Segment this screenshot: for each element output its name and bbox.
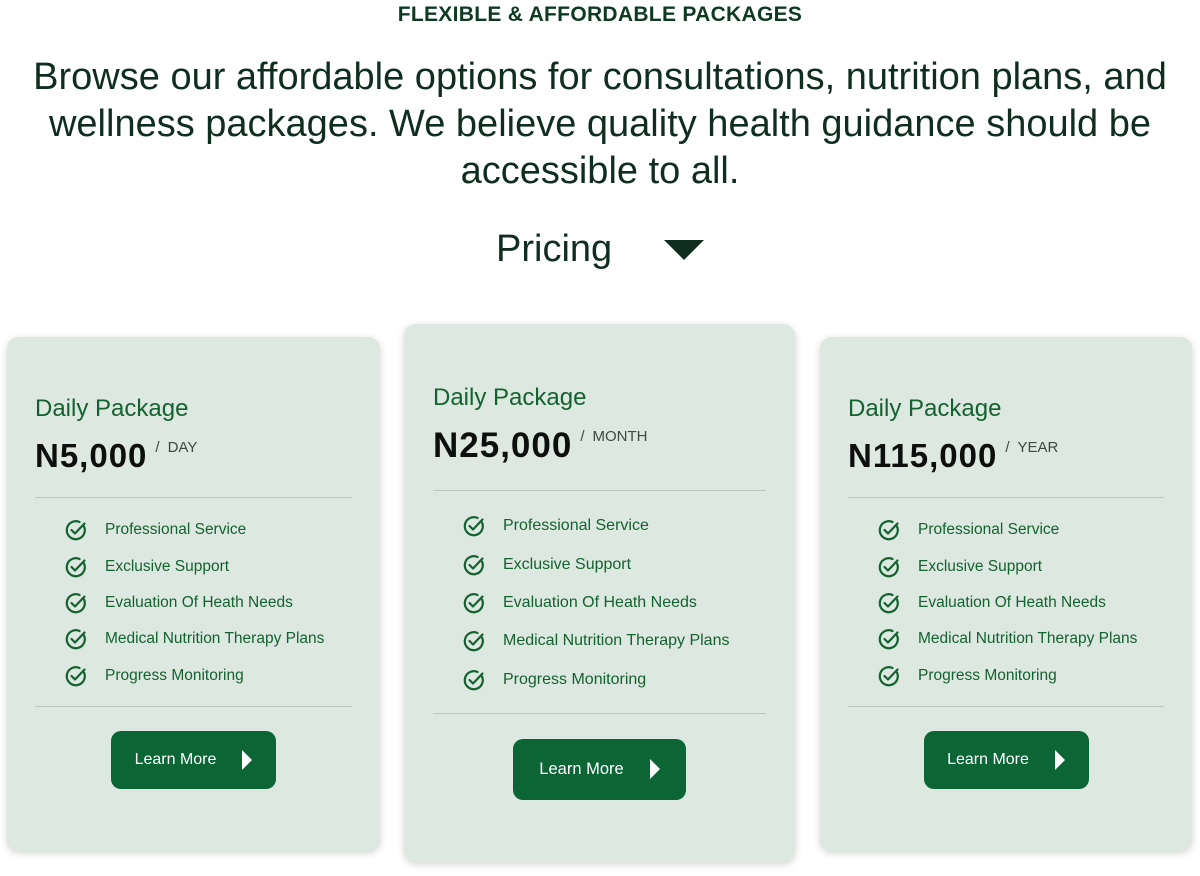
feature-item: Medical Nutrition Therapy Plans [463,622,766,660]
price-period: / MONTH [580,428,647,445]
button-label: Learn More [539,759,624,778]
price-period: / YEAR [1005,439,1058,456]
pricing-card-monthly: Daily Package N25,000 / MONTH Professiona… [404,324,795,862]
feature-label: Progress Monitoring [105,666,244,684]
section-eyebrow: FLEXIBLE & AFFORDABLE PACKAGES [397,3,803,26]
check-circle-icon [65,556,86,577]
pricing-card-daily: Daily Package N5,000 / DAY Professional S… [7,337,380,851]
check-circle-icon [463,593,484,614]
feature-item: Evaluation Of Heath Needs [65,585,352,621]
feature-item: Exclusive Support [878,548,1164,584]
check-circle-icon [878,629,899,650]
feature-list: Professional Service Exclusive Support E… [35,512,352,694]
check-circle-icon [878,556,899,577]
feature-item: Professional Service [463,507,766,545]
feature-list: Professional Service Exclusive Support E… [848,512,1164,694]
divider [848,497,1164,498]
feature-item: Professional Service [65,512,352,548]
learn-more-button[interactable]: Learn More [923,730,1089,789]
feature-label: Exclusive Support [503,555,632,573]
package-title: Daily Package [848,395,1002,422]
feature-label: Medical Nutrition Therapy Plans [918,630,1138,648]
feature-label: Progress Monitoring [918,666,1057,684]
feature-label: Evaluation Of Heath Needs [918,593,1106,611]
package-title: Daily Package [35,395,189,422]
feature-label: Exclusive Support [918,557,1043,575]
check-circle-icon [463,516,484,537]
package-price: N115,000 [848,437,998,474]
price-period: / DAY [155,439,197,456]
price-slash: / [580,428,585,445]
divider [35,705,352,707]
feature-label: Medical Nutrition Therapy Plans [105,630,325,648]
feature-item: Evaluation Of Heath Needs [878,585,1164,621]
divider [433,712,766,714]
feature-item: Progress Monitoring [463,661,766,699]
feature-label: Progress Monitoring [503,670,647,688]
learn-more-button[interactable]: Learn More [513,738,686,800]
pricing-card-yearly: Daily Package N115,000 / YEAR Professiona… [820,337,1192,851]
feature-list: Professional Service Exclusive Support E… [433,507,766,699]
feature-item: Evaluation Of Heath Needs [463,584,766,622]
feature-item: Exclusive Support [463,545,766,583]
feature-label: Evaluation Of Heath Needs [105,593,293,611]
package-price: N5,000 [35,437,148,474]
price-row: N25,000 / MONTH [433,426,766,466]
play-arrow-icon [649,759,660,780]
divider [433,490,766,491]
feature-item: Medical Nutrition Therapy Plans [878,621,1164,657]
divider [848,705,1164,707]
check-circle-icon [878,520,899,541]
feature-label: Professional Service [105,521,247,539]
check-circle-icon [65,520,86,541]
feature-item: Exclusive Support [65,548,352,584]
price-slash: / [155,439,160,456]
check-circle-icon [65,593,86,614]
button-label: Learn More [134,750,217,768]
feature-item: Medical Nutrition Therapy Plans [65,621,352,657]
package-price: N25,000 [433,426,573,465]
check-circle-icon [65,629,86,650]
feature-item: Professional Service [878,512,1164,548]
feature-label: Professional Service [918,521,1060,539]
button-label: Learn More [947,750,1029,768]
pricing-label: Pricing [496,228,613,270]
check-circle-icon [65,665,86,686]
play-arrow-icon [242,749,253,770]
price-slash: / [1005,439,1010,456]
package-title: Daily Package [433,384,587,411]
pricing-toggle[interactable]: Pricing [496,228,705,271]
play-arrow-icon [1054,749,1065,770]
feature-item: Progress Monitoring [65,658,352,694]
feature-item: Progress Monitoring [878,658,1164,694]
price-row: N115,000 / YEAR [848,437,1164,475]
section-lead: Browse our affordable options for consul… [33,56,1167,192]
period-label: YEAR [1017,439,1059,456]
caret-down-icon[interactable] [664,239,705,260]
divider [35,497,352,498]
feature-label: Professional Service [503,517,649,535]
check-circle-icon [878,665,899,686]
feature-label: Exclusive Support [105,557,230,575]
feature-label: Medical Nutrition Therapy Plans [503,632,730,650]
check-circle-icon [463,669,484,690]
period-label: DAY [167,439,198,456]
learn-more-button[interactable]: Learn More [111,730,276,789]
check-circle-icon [878,593,899,614]
price-row: N5,000 / DAY [35,437,352,475]
check-circle-icon [463,631,484,652]
feature-label: Evaluation Of Heath Needs [503,593,697,611]
check-circle-icon [463,554,484,575]
period-label: MONTH [592,428,648,445]
